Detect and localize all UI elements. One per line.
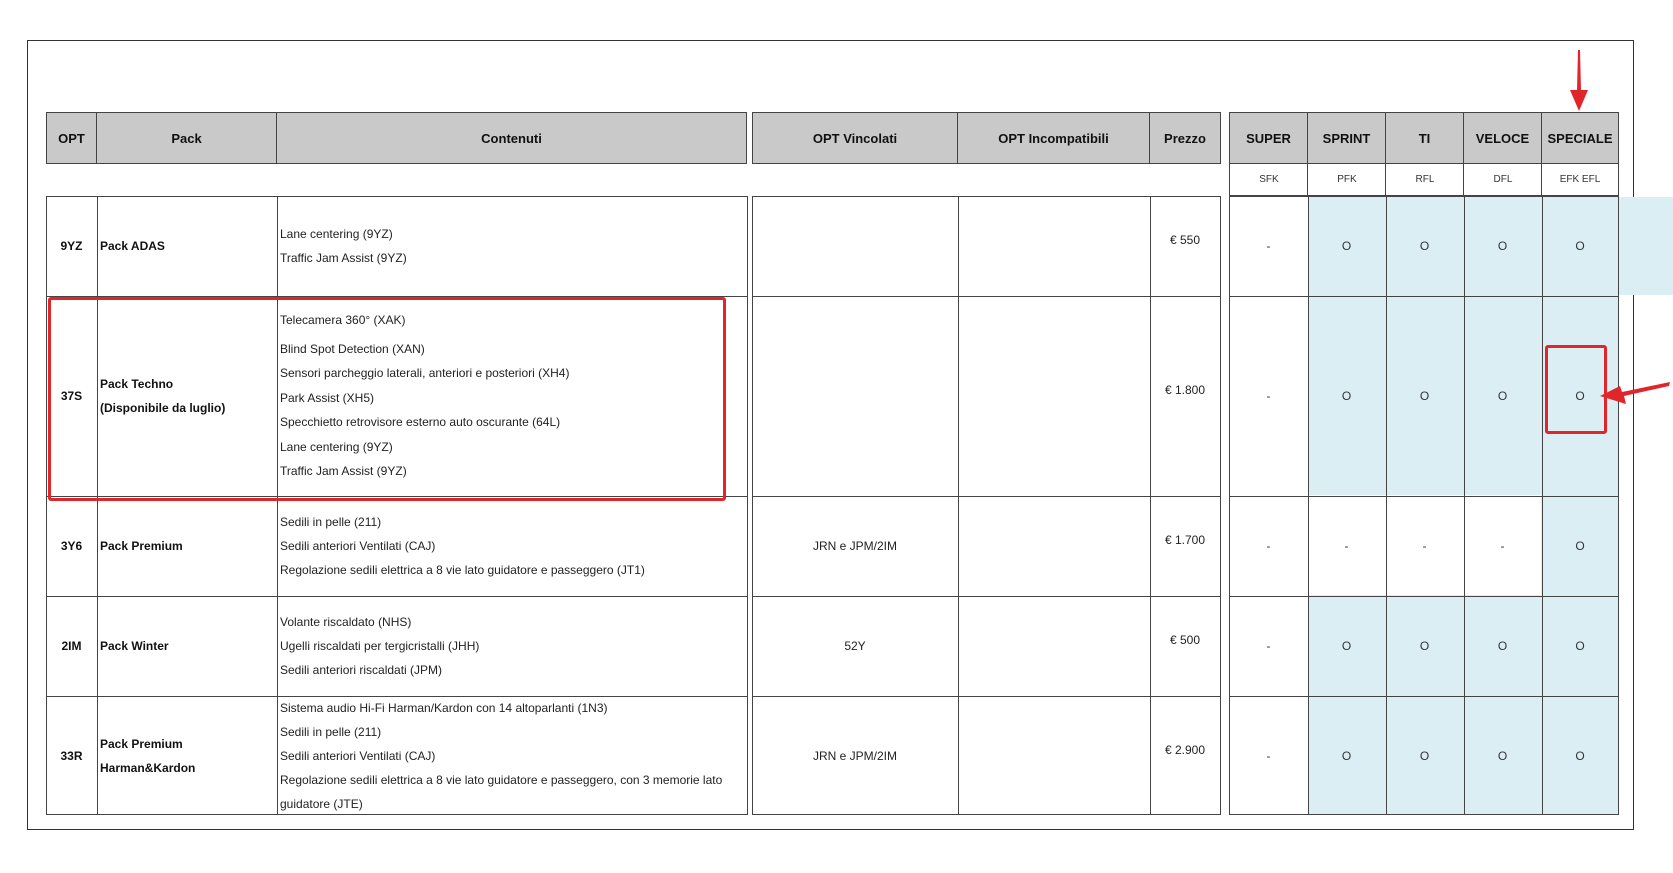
content-line: guidatore (JTE): [280, 796, 363, 811]
row-1-price: € 550: [1169, 233, 1201, 247]
content-line: Volante riscaldato (NHS): [280, 615, 412, 629]
row-3-trim-veloce: -: [1500, 539, 1505, 553]
row-3-pack-line-1: Pack Premium: [100, 539, 183, 553]
content-line: Sistema audio Hi-Fi Harman/Kardon con 14…: [280, 700, 608, 715]
row-3-opt: 3Y6: [60, 539, 83, 553]
trim-code-speciale: EFK EFL: [1541, 163, 1619, 196]
row-5-trim-speciale: O: [1575, 748, 1585, 763]
row-1-trim-sprint: O: [1341, 239, 1352, 253]
trim-code-veloce: DFL: [1463, 163, 1542, 196]
row-4-trim-super: -: [1266, 639, 1271, 653]
header-trim-speciale: SPECIALE: [1541, 112, 1619, 164]
content-line: Regolazione sedili elettrica a 8 vie lat…: [280, 563, 645, 577]
row-4-trim-ti: O: [1419, 639, 1430, 653]
row-1-trim-ti: O: [1419, 239, 1430, 253]
row-1-vincolati: [752, 196, 958, 296]
row-5-price: € 2.900: [1164, 742, 1206, 757]
header-contenuti: Contenuti: [276, 112, 747, 164]
row-5-opt: 33R: [60, 748, 83, 763]
header-opt-vincolati: OPT Vincolati: [752, 112, 958, 164]
row-3-contents: Sedili in pelle (211) Sedili anteriori V…: [277, 496, 747, 596]
row-3-pack: Pack Premium: [97, 496, 277, 596]
row-4-trim-veloce: O: [1497, 639, 1508, 653]
row-4-vincolati: 52Y: [844, 639, 866, 653]
row-3-price: € 1.700: [1164, 533, 1206, 547]
header-opt: OPT: [46, 112, 97, 164]
row-5-trim-sprint: O: [1341, 748, 1352, 763]
row-5-trim-super: -: [1266, 748, 1271, 763]
content-line: Sedili anteriori Ventilati (CAJ): [280, 748, 436, 763]
row-4-price: € 500: [1169, 633, 1201, 647]
red-arrow-down-icon: [1570, 50, 1588, 111]
row-1-incompatibili: [957, 196, 1150, 296]
header-prezzo: Prezzo: [1149, 112, 1221, 164]
row-2-trim-ti: O: [1419, 389, 1430, 403]
row-4-pack-line-1: Pack Winter: [100, 639, 169, 653]
row-1-trim-speciale: O: [1575, 239, 1585, 253]
row-3-trim-sprint: -: [1344, 539, 1349, 553]
row-5-incompatibili: [957, 696, 1150, 815]
content-line: Lane centering (9YZ): [280, 227, 393, 241]
row-1-trim-super: -: [1266, 239, 1271, 253]
row-2-vincolati: [752, 296, 958, 496]
row-1-contents: Lane centering (9YZ) Traffic Jam Assist …: [277, 196, 747, 296]
row-2-trim-super: -: [1266, 389, 1271, 403]
row-1-pack-line-1: Pack ADAS: [100, 239, 165, 253]
content-line: Regolazione sedili elettrica a 8 vie lat…: [280, 772, 723, 787]
content-line: Ugelli riscaldati per tergicristalli (JH…: [280, 639, 480, 653]
row-4-incompatibili: [957, 596, 1150, 696]
red-arrow-left-icon: [1600, 382, 1670, 404]
header-trim-veloce: VELOCE: [1463, 112, 1542, 164]
header-trim-super: SUPER: [1229, 112, 1308, 164]
row-2-trim-veloce: O: [1497, 389, 1508, 403]
row-1-pack: Pack ADAS: [97, 196, 277, 296]
row-3-trim-speciale: O: [1575, 539, 1585, 553]
row-5-trim-veloce: O: [1497, 748, 1508, 763]
content-line: Sedili in pelle (211): [280, 724, 382, 739]
trim-code-sprint: PFK: [1307, 163, 1386, 196]
row-5-trim-ti: O: [1419, 748, 1430, 763]
row-2-incompatibili: [957, 296, 1150, 496]
row-2-trim-sprint: O: [1341, 389, 1352, 403]
row-4-trim-speciale: O: [1575, 639, 1585, 653]
header-pack: Pack: [96, 112, 277, 164]
row-3-vincolati: JRN e JPM/2IM: [812, 539, 897, 553]
row-3-incompatibili: [957, 496, 1150, 596]
row-1-opt: 9YZ: [60, 239, 83, 253]
header-opt-incompatibili: OPT Incompatibili: [957, 112, 1150, 164]
row-1-trim-veloce: O: [1497, 239, 1508, 253]
row-4-contents: Volante riscaldato (NHS) Ugelli riscalda…: [277, 596, 747, 696]
trim-code-super: SFK: [1229, 163, 1308, 196]
content-line: Sedili in pelle (211): [280, 515, 382, 529]
row-5-pack-line-2: Harman&Kardon: [100, 760, 196, 775]
header-trim-ti: TI: [1385, 112, 1464, 164]
highlight-box-pack-techno: [48, 297, 726, 501]
content-line: Sedili anteriori riscaldati (JPM): [280, 663, 443, 677]
row-4-opt: 2IM: [61, 639, 82, 653]
trim-code-ti: RFL: [1385, 163, 1464, 196]
row-4-trim-sprint: O: [1341, 639, 1352, 653]
content-line: Traffic Jam Assist (9YZ): [280, 251, 407, 265]
row-5-pack-line-1: Pack Premium: [100, 736, 183, 751]
row-5-vincolati: JRN e JPM/2IM: [812, 748, 897, 763]
row-2-price: € 1.800: [1164, 383, 1206, 397]
content-line: Sedili anteriori Ventilati (CAJ): [280, 539, 436, 553]
row-3-trim-super: -: [1266, 539, 1271, 553]
row-5-contents: Sistema audio Hi-Fi Harman/Kardon con 14…: [277, 696, 747, 815]
row-5-pack: Pack Premium Harman&Kardon: [97, 696, 277, 815]
header-trim-sprint: SPRINT: [1307, 112, 1386, 164]
row-3-trim-ti: -: [1422, 539, 1427, 553]
highlight-box-speciale-techno: [1545, 345, 1607, 434]
row-4-pack: Pack Winter: [97, 596, 277, 696]
